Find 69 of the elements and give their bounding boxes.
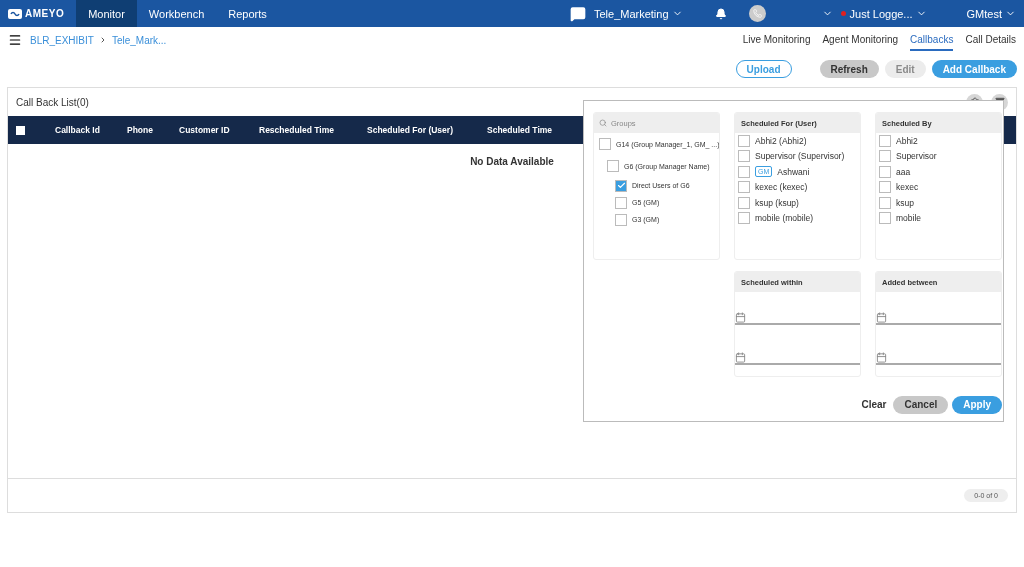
column-header: Phone — [127, 125, 154, 135]
logo-icon — [8, 8, 22, 19]
breadcrumb-link[interactable]: Tele_Mark... — [111, 34, 167, 46]
checkbox[interactable] — [615, 196, 627, 209]
checkbox[interactable] — [738, 196, 750, 209]
phone-icon — [748, 5, 766, 22]
status-dot — [840, 11, 846, 16]
date-field[interactable] — [876, 351, 1001, 365]
logo: AMEYO — [0, 8, 77, 19]
checkbox[interactable] — [879, 165, 891, 178]
checkbox[interactable] — [879, 181, 891, 194]
checkbox[interactable] — [615, 179, 627, 192]
filter-button[interactable]: Cancel — [893, 395, 949, 414]
checkbox[interactable] — [599, 138, 611, 150]
empty-message: No Data Available — [470, 156, 554, 167]
card-title: Call Back List(0) — [16, 96, 89, 108]
checkbox[interactable] — [615, 213, 627, 226]
user-label: mobile — [896, 213, 922, 224]
user-label: kexec (kexec) — [755, 182, 808, 193]
user-label: Supervisor (Supervisor) — [755, 151, 845, 162]
checkbox[interactable] — [738, 212, 750, 225]
calendar-icon[interactable] — [876, 311, 887, 323]
filter-button[interactable]: Clear — [858, 395, 890, 414]
bell-icon — [714, 7, 727, 20]
checkbox[interactable] — [607, 160, 619, 172]
nav-tab[interactable]: Monitor — [76, 0, 137, 27]
page-tab[interactable]: Call Details — [965, 29, 1016, 51]
breadcrumb-link[interactable]: BLR_EXHIBIT — [30, 34, 94, 46]
checkbox[interactable] — [879, 150, 891, 163]
checkbox[interactable] — [879, 196, 891, 209]
date-field[interactable] — [735, 351, 860, 365]
column-header: Callback Id — [55, 125, 101, 135]
action-button[interactable]: Refresh — [819, 60, 879, 78]
column-header: Scheduled For (User) — [367, 125, 454, 135]
checkbox[interactable] — [879, 134, 891, 147]
campaign-selector[interactable]: Tele_Marketing — [593, 7, 683, 20]
column-header: Scheduled Time — [487, 125, 554, 135]
date-field[interactable] — [876, 311, 1001, 325]
page-tab[interactable]: Agent Monitoring — [822, 29, 899, 51]
calendar-icon[interactable] — [735, 351, 746, 363]
column-header: Customer ID — [179, 125, 231, 135]
checkbox[interactable] — [738, 134, 750, 147]
search-icon — [599, 119, 607, 127]
user-label: Supervisor — [896, 151, 937, 162]
user-label: Abhi2 — [896, 135, 918, 146]
checkbox[interactable] — [16, 125, 25, 135]
checkbox[interactable] — [738, 165, 750, 178]
user-menu[interactable]: GMtest — [966, 7, 1016, 20]
user-label: Abhi2 (Abhi2) — [755, 135, 807, 146]
user-label: mobile (mobile) — [755, 213, 814, 224]
checkbox[interactable] — [879, 212, 891, 225]
date-field[interactable] — [735, 311, 860, 325]
page-tab[interactable]: Callbacks — [910, 29, 954, 51]
nav-tab[interactable]: Workbench — [136, 0, 217, 27]
user-label: aaa — [896, 166, 911, 177]
user-label: ksup — [896, 197, 914, 208]
user-label: ksup (ksup) — [755, 197, 799, 208]
user-label: Ashwani — [777, 166, 810, 177]
menu-icon — [8, 33, 22, 47]
checkbox[interactable] — [738, 181, 750, 194]
calendar-icon[interactable] — [735, 311, 746, 323]
nav-tab[interactable]: Reports — [216, 0, 279, 27]
chat-icon — [569, 5, 586, 22]
calendar-icon[interactable] — [876, 351, 887, 363]
page-tab[interactable]: Live Monitoring — [742, 29, 811, 51]
status-selector[interactable]: Just Logge... — [849, 7, 927, 20]
user-label: kexec — [896, 182, 919, 193]
checkbox[interactable] — [738, 150, 750, 163]
column-header: Rescheduled Time — [259, 125, 335, 135]
